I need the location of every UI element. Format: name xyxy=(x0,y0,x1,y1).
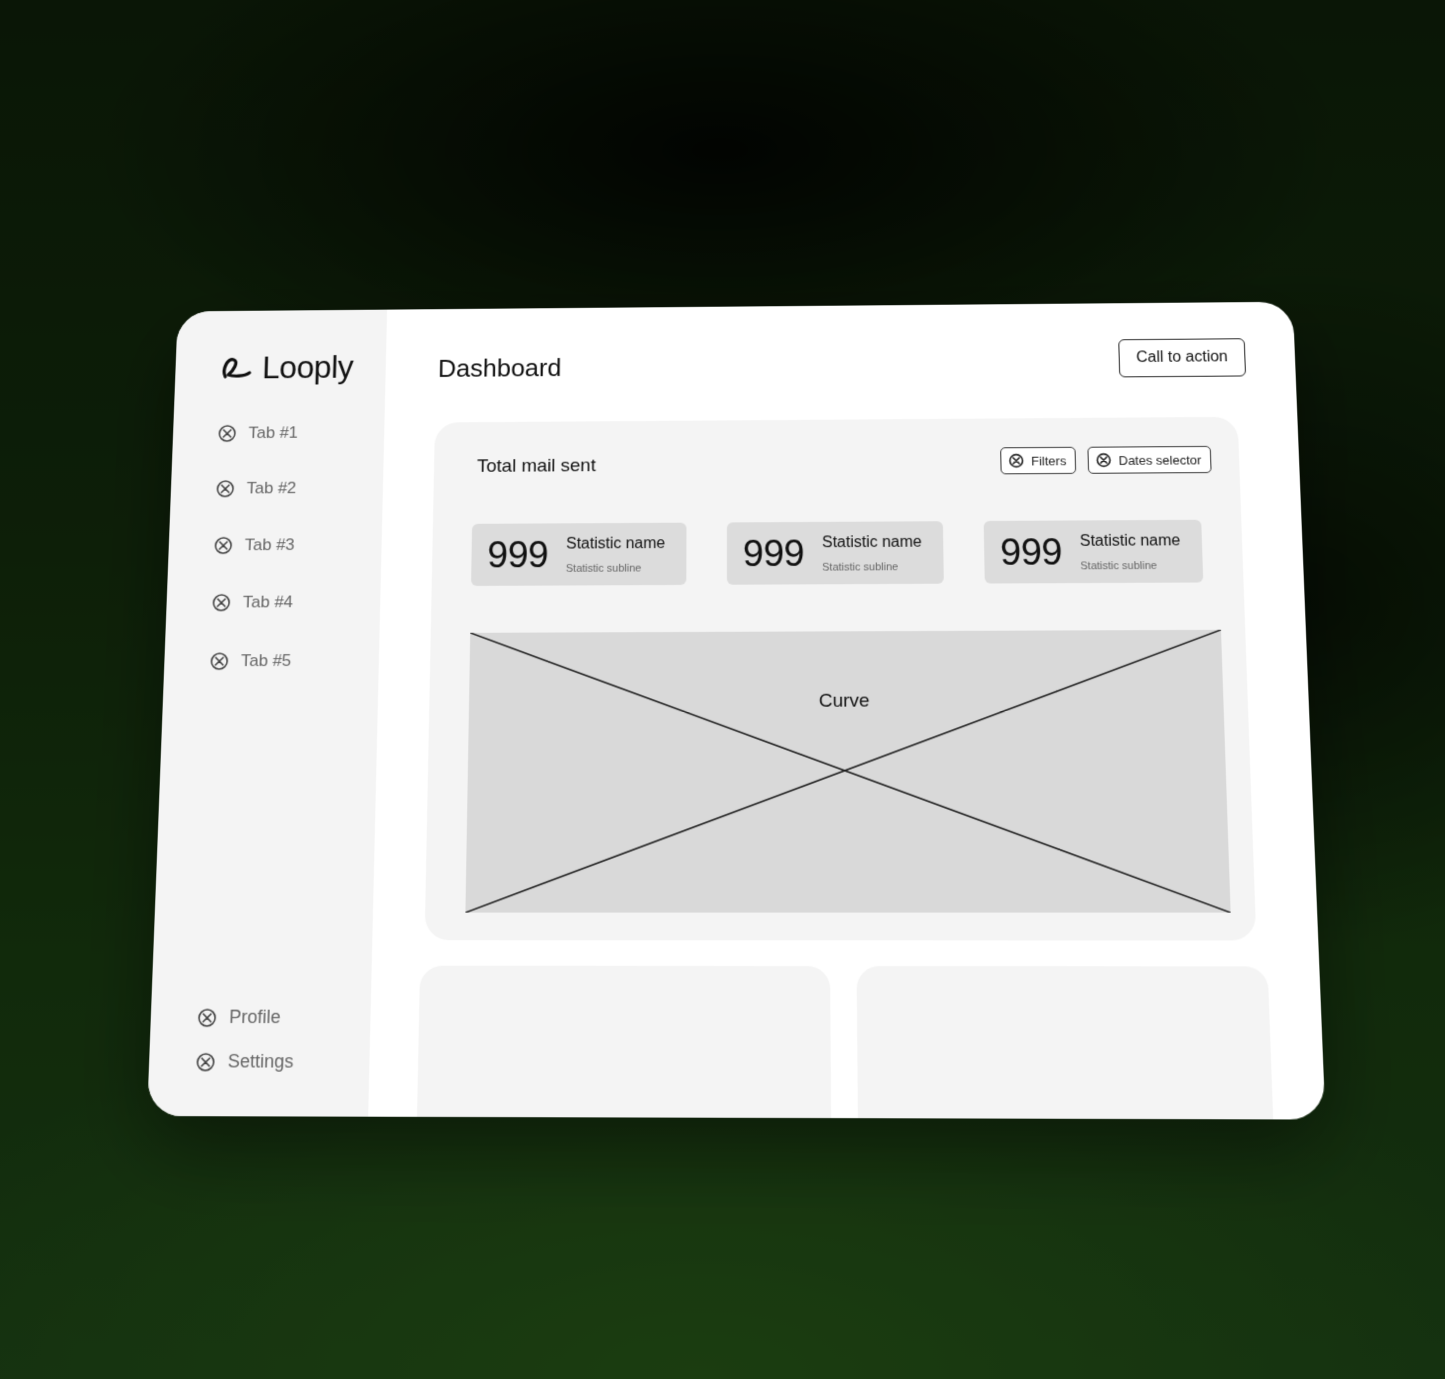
sidebar-item-label: Tab #5 xyxy=(241,651,292,671)
stat-value: 999 xyxy=(487,535,548,577)
bottom-card-right xyxy=(857,966,1275,1120)
page-title: Dashboard xyxy=(438,353,562,383)
x-circle-icon xyxy=(213,536,233,555)
x-circle-icon xyxy=(197,1007,218,1028)
x-circle-icon xyxy=(195,1051,216,1072)
chart-placeholder: Curve xyxy=(465,630,1230,913)
x-circle-icon xyxy=(209,651,229,671)
stat-value: 999 xyxy=(743,534,804,576)
placeholder-cross xyxy=(465,630,1230,913)
sidebar-item-tab-4[interactable]: Tab #4 xyxy=(211,593,293,613)
sidebar-item-label: Settings xyxy=(227,1051,293,1073)
stat-name: Statistic name xyxy=(822,534,922,552)
x-circle-icon xyxy=(215,479,235,498)
sidebar-item-tab-3[interactable]: Tab #3 xyxy=(213,535,295,555)
stat-name: Statistic name xyxy=(566,535,665,553)
sidebar-item-label: Profile xyxy=(229,1007,281,1029)
x-circle-icon xyxy=(211,593,231,613)
sidebar-item-settings[interactable]: Settings xyxy=(195,1051,294,1073)
brand-name: Looply xyxy=(262,349,354,386)
stage: Looply Tab #1 Tab #2 Tab #3 Tab #4 Tab #… xyxy=(0,0,1445,1379)
panel-title: Total mail sent xyxy=(477,456,596,478)
sidebar-item-label: Tab #4 xyxy=(243,593,294,613)
sidebar-item-tab-1[interactable]: Tab #1 xyxy=(217,423,298,443)
app-window: Looply Tab #1 Tab #2 Tab #3 Tab #4 Tab #… xyxy=(147,302,1325,1120)
filters-button[interactable]: Filters xyxy=(1000,447,1076,475)
x-circle-icon xyxy=(1095,452,1111,468)
chart-placeholder-label: Curve xyxy=(469,690,1224,714)
stat-card: 999 Statistic name Statistic subline xyxy=(471,523,686,586)
stat-name: Statistic name xyxy=(1080,533,1181,551)
stat-card: 999 Statistic name Statistic subline xyxy=(727,521,944,585)
dates-selector-label: Dates selector xyxy=(1118,452,1201,467)
sidebar-item-tab-5[interactable]: Tab #5 xyxy=(209,651,291,671)
sidebar-item-tab-2[interactable]: Tab #2 xyxy=(215,479,296,499)
logo[interactable]: Looply xyxy=(219,349,353,386)
filters-label: Filters xyxy=(1031,453,1066,468)
dates-selector-button[interactable]: Dates selector xyxy=(1087,446,1211,474)
stat-subline: Statistic subline xyxy=(1080,560,1157,572)
stat-subline: Statistic subline xyxy=(822,561,898,573)
sidebar: Looply Tab #1 Tab #2 Tab #3 Tab #4 Tab #… xyxy=(147,310,387,1117)
total-mail-panel: Total mail sent Filters Dates selector 9… xyxy=(425,417,1257,941)
sidebar-item-label: Tab #2 xyxy=(246,479,296,498)
x-circle-icon xyxy=(217,424,237,443)
bottom-card-left xyxy=(417,966,832,1120)
looply-logo-icon xyxy=(219,352,253,384)
call-to-action-button[interactable]: Call to action xyxy=(1118,338,1246,377)
stat-value: 999 xyxy=(1000,532,1063,574)
stat-card: 999 Statistic name Statistic subline xyxy=(984,520,1204,584)
sidebar-item-label: Tab #3 xyxy=(244,535,294,555)
x-circle-icon xyxy=(1008,453,1024,469)
stat-subline: Statistic subline xyxy=(566,563,642,575)
sidebar-item-profile[interactable]: Profile xyxy=(197,1007,281,1029)
sidebar-item-label: Tab #1 xyxy=(248,423,298,442)
